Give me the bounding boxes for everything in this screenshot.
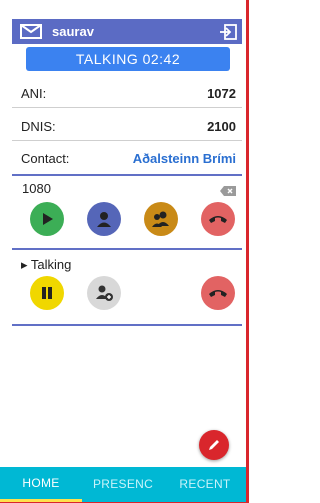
play-icon [43,213,53,225]
tab-recent[interactable]: RECENT [164,467,246,502]
dnis-value: 2100 [207,119,236,134]
divider [12,174,242,176]
hangup-icon [209,216,227,223]
bottom-nav: HOME PRESENC RECENT [0,467,246,502]
ani-row: ANI: 1072 [12,80,242,108]
contact-link[interactable]: Aðalsteinn Brími [133,151,236,166]
backspace-icon[interactable] [220,183,236,196]
title-bar: saurav [12,19,242,44]
contact-label: Contact: [21,150,70,166]
divider [12,248,242,250]
hangup-active-button[interactable] [201,276,235,310]
dnis-row: DNIS: 2100 [12,113,242,141]
call-status-button[interactable]: TALKING 02:42 [26,47,230,71]
person-button[interactable] [87,202,121,236]
play-button[interactable] [30,202,64,236]
ani-value: 1072 [207,86,236,101]
conference-button[interactable] [144,202,178,236]
edit-fab[interactable] [199,430,229,460]
contact-row: Contact: Aðalsteinn Brími [12,144,242,172]
hangup-button[interactable] [201,202,235,236]
pause-icon [42,287,52,299]
dial-number[interactable]: 1080 [22,181,51,196]
dnis-label: DNIS: [21,119,56,134]
pencil-icon [209,440,219,450]
person-icon [97,212,111,227]
add-person-icon [96,285,113,301]
app-frame [0,0,249,503]
conference-icon [152,211,169,227]
talking-label[interactable]: ▸ Talking [21,257,71,273]
ani-label: ANI: [21,86,47,101]
divider [12,324,242,326]
pause-button[interactable] [30,276,64,310]
tab-presence[interactable]: PRESENC [82,467,164,502]
hangup-icon [209,290,227,297]
username: saurav [52,24,94,39]
mail-icon[interactable] [18,23,44,41]
add-person-button[interactable] [87,276,121,310]
tab-home[interactable]: HOME [0,467,82,502]
logout-icon[interactable] [218,22,238,42]
